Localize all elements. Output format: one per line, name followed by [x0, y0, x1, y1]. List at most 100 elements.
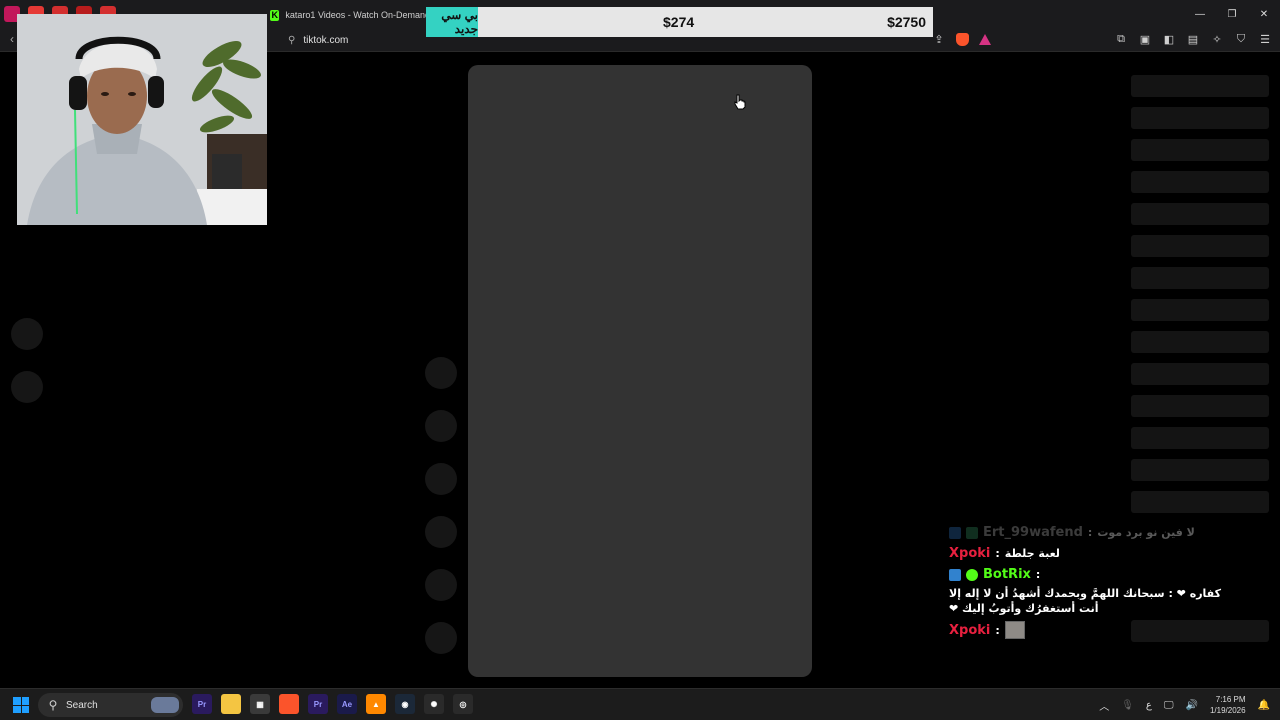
network-icon[interactable]: 🖵	[1164, 700, 1174, 711]
taskbar-search[interactable]: ⚲ Search	[38, 693, 183, 717]
skeleton-row	[1131, 171, 1269, 193]
chat-message-continuation: أنت أستغفرُك وأتوبُ إليك ❤	[949, 602, 1271, 615]
chat-message: Xpoki :	[949, 621, 1271, 639]
chat-username: Xpoki	[949, 622, 991, 638]
notification-icon[interactable]: 🔔	[1258, 700, 1270, 711]
skeleton-row	[1131, 363, 1269, 385]
save-button[interactable]	[425, 463, 457, 495]
chat-separator: :	[1087, 526, 1093, 539]
skeleton-row	[1131, 459, 1269, 481]
comment-button[interactable]	[425, 410, 457, 442]
chat-text: كفاره ❤ : سبحانك اللهمَّ وبحمدك أشهدُ أن…	[949, 587, 1221, 600]
donation-goal-bar: بي سي جديد $274 $2750	[426, 7, 933, 37]
donation-goal: $2750	[887, 14, 926, 30]
skeleton-row	[1131, 267, 1269, 289]
stream-chat-overlay: Ert_99wafend : لا فين نو برد موت Xpoki :…	[949, 525, 1271, 645]
tray-overflow-icon[interactable]: ︿	[1099, 698, 1109, 713]
chat-message: Ert_99wafend : لا فين نو برد موت	[949, 525, 1271, 540]
badge-icon	[949, 526, 961, 539]
sidebar-icon[interactable]: ◧	[1162, 32, 1176, 46]
clock-time: 7:16 PM	[1215, 695, 1246, 704]
restore-icon[interactable]: ❐	[1216, 0, 1248, 28]
chat-message: BotRix : كفاره ❤ : سبحانك اللهمَّ وبحمدك…	[949, 567, 1271, 600]
windows-taskbar: ⚲ Search Pr ▦ Pr Ae ▲ ◉ ✺ ◎ ︿ 🎙 ع 🖵 🔊 7:…	[0, 688, 1280, 720]
skeleton-row	[1131, 203, 1269, 225]
more-button[interactable]	[425, 569, 457, 601]
after-effects-icon[interactable]: Ae	[337, 694, 357, 714]
site-settings-icon[interactable]: ⚲	[288, 35, 295, 46]
system-tray: ︿ 🎙 ع 🖵 🔊 7:16 PM 1/19/2026 🔔	[1099, 689, 1270, 720]
chat-username: Ert_99wafend	[983, 525, 1083, 540]
skeleton-row	[1131, 75, 1269, 97]
tab-title: kataro1 Videos - Watch On-Demand	[285, 10, 430, 20]
steam-icon[interactable]: ◉	[395, 694, 415, 714]
clock-date: 1/19/2026	[1209, 706, 1246, 715]
webcam-overlay	[17, 14, 267, 225]
leo-ai-icon[interactable]: ✧	[1210, 32, 1224, 46]
side-nav-button[interactable]	[11, 371, 43, 403]
share-button[interactable]	[425, 516, 457, 548]
menu-icon[interactable]: ☰	[1258, 32, 1272, 46]
search-icon: ⚲	[48, 698, 58, 712]
brave-shields-icon[interactable]	[956, 32, 969, 46]
verified-icon	[966, 568, 978, 581]
chat-separator: :	[1035, 568, 1041, 581]
tab-active[interactable]: K kataro1 Videos - Watch On-Demand	[262, 4, 430, 26]
like-button[interactable]	[425, 357, 457, 389]
skeleton-row	[1131, 139, 1269, 161]
skeleton-row	[1131, 331, 1269, 353]
premiere-icon[interactable]: Pr	[192, 694, 212, 714]
sound-button[interactable]	[425, 622, 457, 654]
brave-rewards-icon[interactable]	[979, 33, 991, 45]
taskbar-apps: Pr ▦ Pr Ae ▲ ◉ ✺ ◎	[192, 694, 473, 714]
chat-separator: :	[995, 623, 1000, 637]
obs-icon[interactable]: ◎	[453, 694, 473, 714]
chat-username: BotRix	[983, 567, 1031, 582]
store-icon[interactable]: ▦	[250, 694, 270, 714]
volume-icon[interactable]: 🔊	[1186, 700, 1198, 711]
wallet-icon[interactable]: ▣	[1138, 32, 1152, 46]
minimize-icon[interactable]: —	[1184, 0, 1216, 28]
badge-icon	[966, 526, 978, 539]
vlc-icon[interactable]: ▲	[366, 694, 386, 714]
chat-separator: :	[995, 547, 1000, 560]
chat-text: لا فين نو برد موت	[1097, 526, 1195, 539]
skeleton-row	[1131, 235, 1269, 257]
donation-label: بي سي جديد	[426, 7, 478, 37]
chat-text: أنت أستغفرُك وأتوبُ إليك ❤	[949, 602, 1099, 615]
url-text: tiktok.com	[303, 34, 349, 46]
language-indicator[interactable]: ع	[1146, 700, 1152, 711]
wallet-icon[interactable]: ▤	[1186, 32, 1200, 46]
video-player-placeholder[interactable]	[468, 65, 812, 677]
skeleton-row	[1131, 107, 1269, 129]
microphone-icon[interactable]: 🎙	[1121, 700, 1134, 711]
back-icon[interactable]: ‹	[10, 32, 14, 46]
search-label: Search	[66, 699, 98, 711]
skeleton-row	[1131, 427, 1269, 449]
close-icon[interactable]: ✕	[1248, 0, 1280, 28]
chat-username: Xpoki	[949, 546, 991, 561]
chat-text: لعبة جلطة	[1004, 547, 1060, 560]
share-icon[interactable]: ⇪	[932, 32, 946, 46]
chatgpt-icon[interactable]: ✺	[424, 694, 444, 714]
file-explorer-icon[interactable]	[221, 694, 241, 714]
window-controls: — ❐ ✕	[1184, 0, 1280, 28]
skeleton-row	[1131, 395, 1269, 417]
skeleton-row	[1131, 491, 1269, 513]
vpn-shield-icon[interactable]: ⛉	[1234, 32, 1248, 46]
chat-message: Xpoki : لعبة جلطة	[949, 546, 1271, 561]
brave-browser-icon[interactable]	[279, 694, 299, 714]
donation-current: $274	[663, 14, 695, 30]
side-nav-button[interactable]	[11, 318, 43, 350]
clock[interactable]: 7:16 PM 1/19/2026	[1210, 694, 1246, 716]
windows-start-icon[interactable]	[13, 697, 29, 713]
premiere-icon[interactable]: Pr	[308, 694, 328, 714]
emote-image	[1004, 621, 1025, 639]
extensions-icon[interactable]: ⧉	[1114, 32, 1128, 46]
streamer-webcam-image	[17, 14, 267, 225]
bot-badge-icon	[949, 568, 961, 581]
search-highlight-icon	[151, 697, 179, 713]
toolbar-right: ⧉ ▣ ◧ ▤ ✧ ⛉ ☰	[1114, 32, 1272, 46]
kick-icon: K	[270, 9, 280, 21]
hand-cursor-icon	[734, 94, 746, 110]
